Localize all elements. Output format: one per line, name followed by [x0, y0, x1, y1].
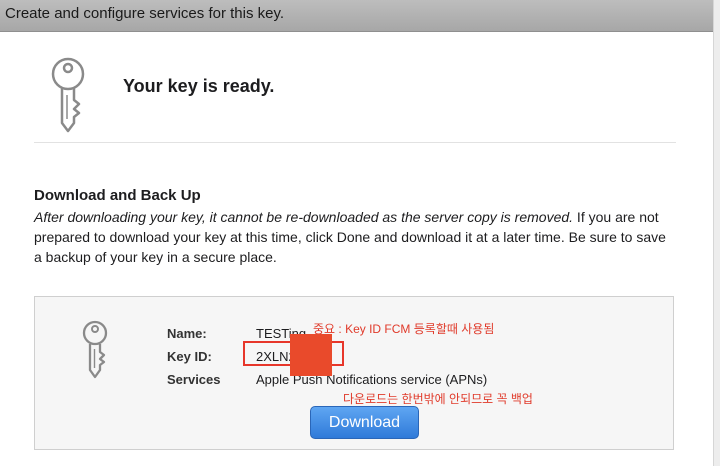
download-button[interactable]: Download [310, 406, 419, 439]
services-label: Services [167, 372, 221, 387]
redaction-block [290, 334, 332, 376]
key-id-label: Key ID: [167, 349, 212, 364]
page-subtitle: Create and configure services for this k… [5, 5, 285, 22]
page-title: Your key is ready. [123, 76, 275, 96]
divider [34, 142, 676, 143]
annotation-key-id-note: 중요 : Key ID FCM 등록할때 사용됨 [313, 322, 495, 336]
key-icon [51, 57, 85, 133]
section-description: After downloading your key, it cannot be… [34, 207, 674, 267]
annotation-backup-note: 다운로드는 한번밖에 안되므로 꼭 백업 [343, 392, 533, 406]
warning-text: After downloading your key, it cannot be… [34, 209, 574, 225]
key-icon [82, 320, 108, 379]
section-heading: Download and Back Up [34, 187, 201, 204]
name-label: Name: [167, 326, 207, 341]
scrollbar[interactable] [713, 0, 720, 466]
top-bar: Create and configure services for this k… [0, 0, 714, 32]
